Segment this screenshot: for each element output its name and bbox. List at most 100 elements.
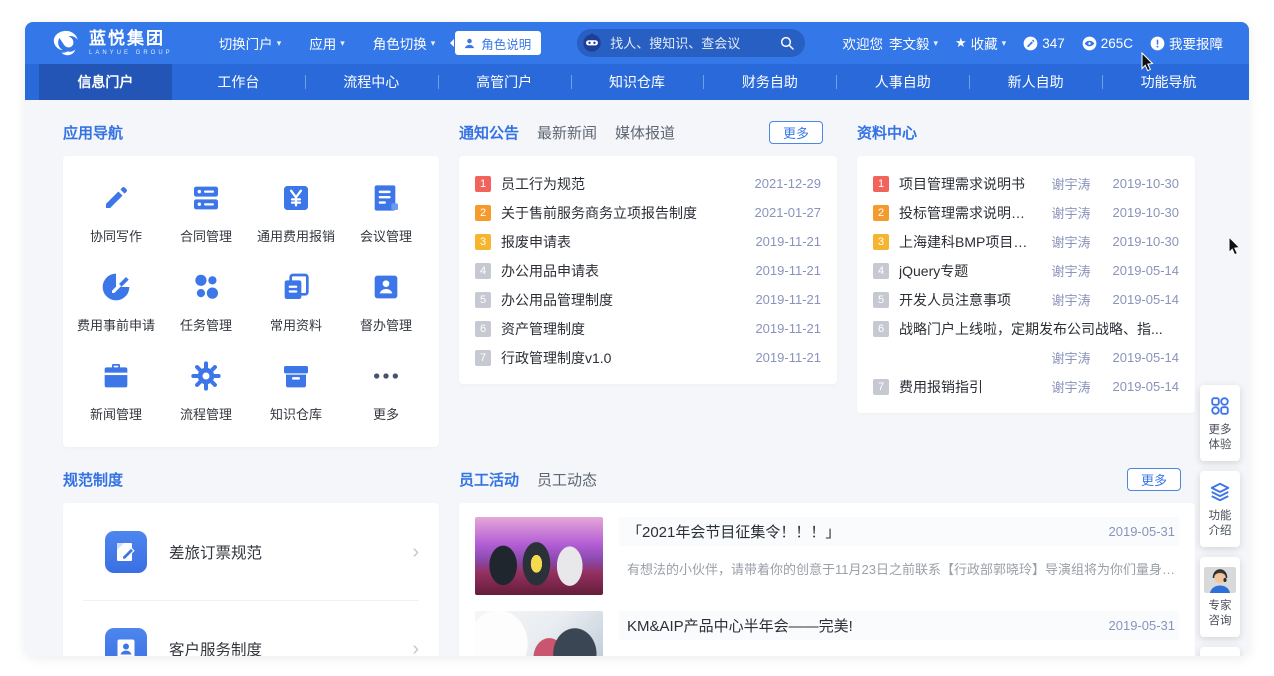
role-description-button[interactable]: 角色说明 [455,31,541,55]
rail-tool-icon [1209,395,1231,417]
app-shortcut[interactable]: 知识仓库 [251,360,341,423]
news-title: KM&AIP产品中心半年会——完美! [627,615,1091,636]
nav-tab[interactable]: 信息门户 [39,64,172,100]
nav-tab[interactable]: 流程中心 [305,64,438,100]
rail-tool-icon [1209,481,1231,503]
search-icon[interactable] [779,35,795,51]
report-label: 我要报障 [1169,33,1223,53]
app-icon [370,271,402,303]
document-author: 谢宇涛 [1051,232,1090,251]
header-menu-item[interactable]: 角色切换 ▾ [373,33,436,53]
rail-tool-label: 更多体验 [1207,423,1233,453]
nav-tab[interactable]: 知识仓库 [571,64,704,100]
rule-item[interactable]: 客户服务制度 › [83,600,419,656]
chevron-down-icon: ▾ [933,38,938,49]
app-shortcut[interactable]: 新闻管理 [71,360,161,423]
app-shortcut[interactable]: 更多 [341,360,431,423]
notice-row[interactable]: 3 报废申请表 2019-11-21 [475,227,821,256]
rule-item[interactable]: 差旅订票规范 › [83,503,419,600]
nav-tab[interactable]: 工作台 [172,64,305,100]
notice-row[interactable]: 1 员工行为规范 2021-12-29 [475,169,821,198]
document-title: 投标管理需求说明书(确认版) [899,203,1037,223]
document-date: 2019-10-30 [1113,205,1180,220]
notices-more-button[interactable]: 更多 [769,121,823,144]
logo-subtitle: LANYUE GROUP [89,50,173,56]
app-shortcut[interactable]: 会议管理 [341,182,431,245]
header-menu-item[interactable]: 切换门户 ▾ [219,33,282,53]
notice-tab[interactable]: 媒体报道 [615,122,675,143]
document-row[interactable]: 3 上海建科BMP项目参考资料 谢宇涛 2019-10-30 [873,227,1179,256]
rail-tool[interactable]: 功能介绍 [1200,471,1240,547]
document-title: 费用报销指引 [899,377,1037,397]
app-shortcut[interactable]: 合同管理 [161,182,251,245]
edit-counter[interactable]: 347 [1023,36,1065,51]
news-item[interactable]: 「2021年会节目征集令！！！」 2019-05-31 有想法的小伙伴，请带着你… [475,517,1179,595]
notice-tab[interactable]: 通知公告 [459,122,519,143]
back-to-top-button[interactable] [1200,647,1240,656]
notice-title: 办公用品管理制度 [501,290,733,310]
document-date: 2019-05-14 [1113,292,1180,307]
rail-tool[interactable]: 专家咨询 [1200,557,1240,637]
app-icon [100,360,132,392]
nav-tab[interactable]: 高管门户 [438,64,571,100]
document-row[interactable]: 2 投标管理需求说明书(确认版) 谢宇涛 2019-10-30 [873,198,1179,227]
app-icon [370,360,402,392]
rank-badge: 7 [873,379,889,395]
app-shortcut[interactable]: 督办管理 [341,271,431,334]
notice-row[interactable]: 5 办公用品管理制度 2019-11-21 [475,285,821,314]
logo[interactable]: 蓝悦集团 LANYUE GROUP [51,28,173,58]
rule-label: 差旅订票规范 [169,541,262,563]
notice-date: 2019-11-21 [755,321,821,336]
app-label: 流程管理 [180,404,232,423]
app-icon [280,360,312,392]
app-shortcut[interactable]: 费用事前申请 [71,271,161,334]
document-row[interactable]: 7 费用报销指引 谢宇涛 2019-05-14 [873,372,1179,401]
app-shortcut[interactable]: 通用费用报销 [251,182,341,245]
app-shortcut[interactable]: 流程管理 [161,360,251,423]
notice-row[interactable]: 4 办公用品申请表 2019-11-21 [475,256,821,285]
app-shortcut[interactable]: 协同写作 [71,182,161,245]
notice-tabs: 通知公告 最新新闻 媒体报道 [459,122,675,143]
app-shortcut[interactable]: 常用资料 [251,271,341,334]
document-title: 上海建科BMP项目参考资料 [899,232,1037,252]
search-input[interactable] [610,36,772,51]
document-row[interactable]: 1 项目管理需求说明书 谢宇涛 2019-10-30 [873,169,1179,198]
notice-title: 行政管理制度v1.0 [501,348,733,368]
activity-tab[interactable]: 员工活动 [459,469,519,490]
nav-tab[interactable]: 功能导航 [1102,64,1235,100]
document-row[interactable]: 4 jQuery专题 谢宇涛 2019-05-14 [873,256,1179,285]
document-author: 谢宇涛 [1051,377,1090,396]
app-shortcut[interactable]: 任务管理 [161,271,251,334]
header-menu-item[interactable]: 应用 ▾ [309,33,345,53]
rank-badge: 1 [873,176,889,192]
news-image [475,611,603,656]
document-date: 2019-05-14 [1113,350,1180,365]
chevron-right-icon: › [412,639,419,656]
notice-tab[interactable]: 最新新闻 [537,122,597,143]
rank-badge: 4 [873,263,889,279]
nav-tab[interactable]: 新人自助 [969,64,1102,100]
news-item[interactable]: KM&AIP产品中心半年会——完美! 2019-05-31 “只要专注,就能做成… [475,611,1179,656]
document-title: 战略门户上线啦，定期发布公司战略、指... [899,319,1179,339]
header-menu-label: 应用 [309,33,336,53]
document-date: 2019-10-30 [1113,176,1180,191]
rail-tool[interactable]: 更多体验 [1200,385,1240,461]
notice-row[interactable]: 2 关于售前服务商务立项报告制度 2021-01-27 [475,198,821,227]
document-row[interactable]: 5 开发人员注意事项 谢宇涛 2019-05-14 [873,285,1179,314]
notice-row[interactable]: 7 行政管理制度v1.0 2019-11-21 [475,343,821,372]
activity-tab[interactable]: 员工动态 [537,469,597,490]
global-search[interactable] [577,29,805,57]
app-icon [100,182,132,214]
rule-icon [105,628,147,656]
nav-tab[interactable]: 财务自助 [703,64,836,100]
favorites-menu[interactable]: ★ 收藏 ▾ [955,33,1006,53]
document-author: 谢宇涛 [1051,174,1090,193]
edit-count: 347 [1042,36,1065,51]
notice-row[interactable]: 6 资产管理制度 2019-11-21 [475,314,821,343]
document-row[interactable]: 6 战略门户上线啦，定期发布公司战略、指... 谢宇涛 2019-05-14 [873,314,1179,372]
report-issue-button[interactable]: 我要报障 [1150,33,1223,53]
user-menu[interactable]: 李文毅 ▾ [889,33,938,53]
nav-tab[interactable]: 人事自助 [836,64,969,100]
activities-more-button[interactable]: 更多 [1127,468,1181,491]
view-counter[interactable]: 265C [1082,36,1133,51]
